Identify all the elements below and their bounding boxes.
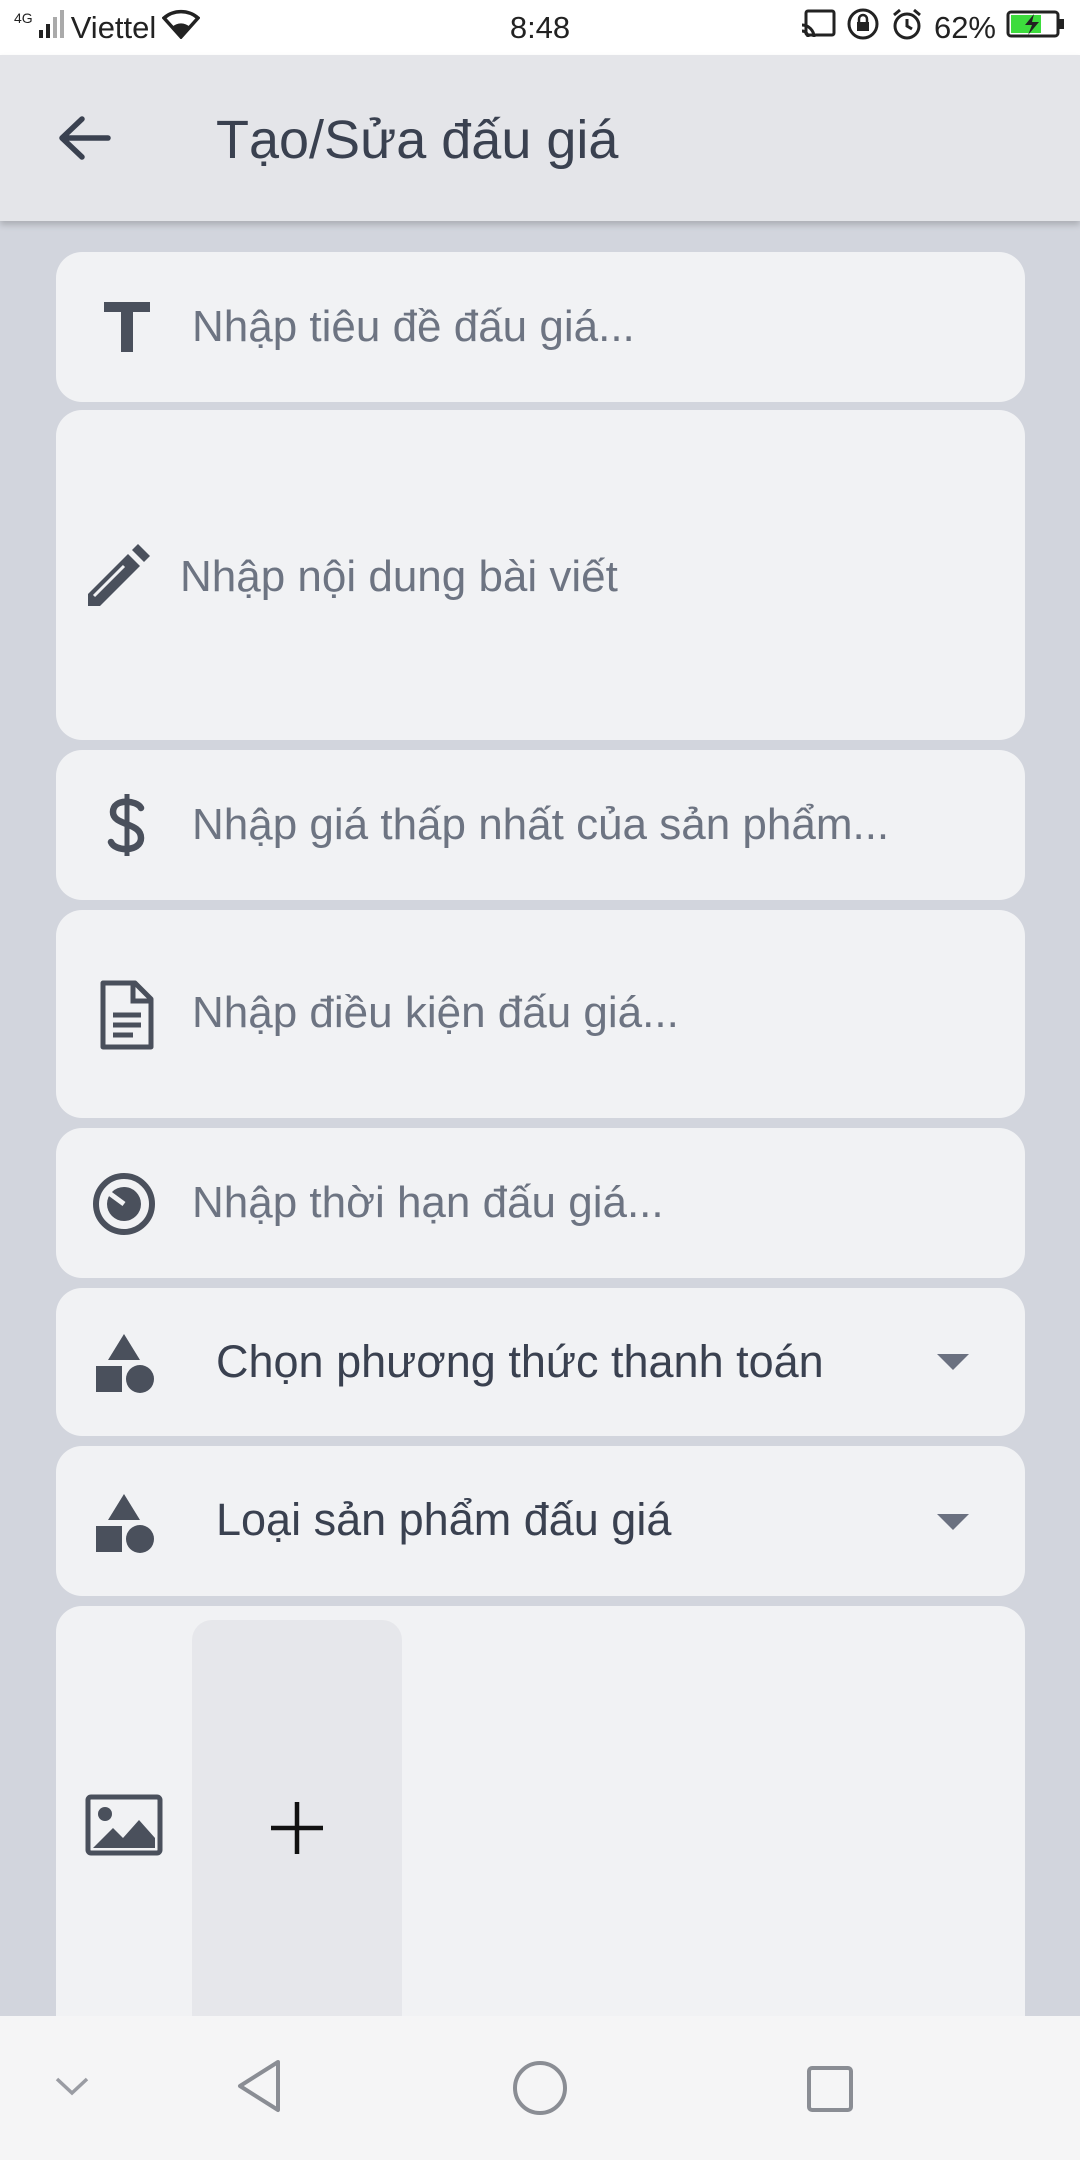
content-input-placeholder: Nhập nội dung bài viết [180, 552, 618, 601]
recents-nav-button[interactable] [792, 2056, 868, 2126]
plus-icon [269, 1800, 325, 1861]
back-button[interactable] [46, 105, 122, 175]
condition-input-placeholder: Nhập điều kiện đấu giá... [192, 988, 679, 1037]
condition-field[interactable]: Nhập điều kiện đấu giá... [56, 910, 1025, 1118]
title-field[interactable]: Nhập tiêu đề đấu giá... [56, 252, 1025, 402]
battery-level: 62% [933, 10, 996, 45]
dollar-icon [92, 786, 162, 864]
product-category-select[interactable]: Loại sản phẩm đấu giá [56, 1446, 1025, 1596]
battery-charging-icon [1006, 9, 1066, 47]
alarm-icon [890, 7, 924, 49]
status-right: 62% [800, 8, 1066, 48]
back-triangle-icon [234, 2058, 284, 2119]
home-circle-icon [511, 2059, 569, 2122]
shapes-icon [90, 1330, 160, 1396]
hide-nav-button[interactable] [40, 2058, 104, 2118]
chevron-down-icon [54, 2075, 90, 2102]
product-category-label: Loại sản phẩm đấu giá [216, 1494, 672, 1545]
status-bar: 4G Viettel 8:48 62% [0, 0, 1080, 55]
shapes-icon [90, 1490, 160, 1556]
add-image-button[interactable] [192, 1620, 402, 2040]
home-nav-button[interactable] [500, 2054, 580, 2126]
title-input-placeholder: Nhập tiêu đề đấu giá... [192, 302, 635, 351]
lock-rotation-icon [846, 7, 880, 49]
document-icon [92, 976, 162, 1054]
content-field[interactable]: Nhập nội dung bài viết [56, 410, 1025, 740]
pencil-icon [82, 542, 152, 612]
payment-method-label: Chọn phương thức thanh toán [216, 1336, 824, 1387]
system-nav-bar [0, 2016, 1080, 2160]
page-title: Tạo/Sửa đấu giá [216, 110, 619, 170]
image-icon [84, 1792, 164, 1858]
chevron-down-icon [937, 1514, 969, 1530]
text-format-icon [92, 290, 162, 364]
app-bar: Tạo/Sửa đấu giá [0, 55, 1080, 221]
duration-input-placeholder: Nhập thời hạn đấu giá... [192, 1178, 664, 1227]
duration-field[interactable]: Nhập thời hạn đấu giá... [56, 1128, 1025, 1278]
back-nav-button[interactable] [222, 2054, 296, 2122]
arrow-left-icon [56, 113, 112, 168]
chevron-down-icon [937, 1354, 969, 1370]
timer-icon [88, 1168, 160, 1240]
recents-square-icon [805, 2064, 855, 2119]
images-card [56, 1606, 1025, 2086]
price-input-placeholder: Nhập giá thấp nhất của sản phẩm... [192, 800, 890, 849]
cast-icon [800, 9, 836, 47]
payment-method-select[interactable]: Chọn phương thức thanh toán [56, 1288, 1025, 1436]
price-field[interactable]: Nhập giá thấp nhất của sản phẩm... [56, 750, 1025, 900]
